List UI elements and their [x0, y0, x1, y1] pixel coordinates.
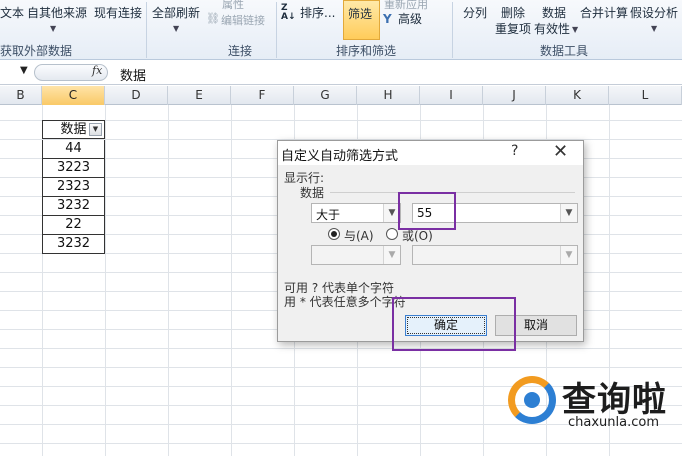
filter-button[interactable]: 筛选: [343, 0, 380, 40]
grid-line: [0, 443, 682, 444]
chevron-down-icon[interactable]: ▼: [383, 246, 400, 264]
watermark-logo-dot: [524, 392, 540, 408]
condition1-operator-value: 大于: [316, 208, 341, 222]
chevron-down-icon[interactable]: ▼: [560, 204, 577, 222]
grid-line: [0, 348, 682, 349]
advanced-button[interactable]: 高级: [398, 12, 422, 26]
remove-duplicates-button-line1[interactable]: 删除: [501, 6, 525, 20]
column-header-b[interactable]: B: [0, 86, 42, 105]
chevron-down-icon[interactable]: ▼: [572, 25, 578, 34]
edit-links-button[interactable]: 编辑链接: [221, 12, 265, 28]
group-separator: [276, 2, 277, 58]
chevron-down-icon[interactable]: ▼: [173, 24, 179, 33]
remove-duplicates-button-line2[interactable]: 重复项: [495, 22, 531, 36]
dialog-title: 自定义自动筛选方式: [281, 149, 399, 164]
insert-function-icon[interactable]: fx: [92, 64, 102, 77]
column-header-h[interactable]: H: [357, 86, 420, 105]
ok-highlight-box: [392, 297, 516, 351]
and-radio[interactable]: [328, 228, 340, 240]
watermark-url: chaxunla.com: [568, 415, 659, 430]
table-row[interactable]: 3223: [42, 159, 105, 178]
column-header-l[interactable]: L: [609, 86, 682, 105]
condition2-value-input[interactable]: ▼: [412, 245, 578, 265]
existing-connections-button[interactable]: 现有连接: [94, 6, 142, 20]
column-header-g[interactable]: G: [294, 86, 357, 105]
filter-button-label: 筛选: [348, 7, 373, 21]
column-header-k[interactable]: K: [546, 86, 609, 105]
column-header-f[interactable]: F: [231, 86, 294, 105]
condition1-operator-select[interactable]: 大于 ▼: [311, 203, 401, 223]
data-validation-button-line2[interactable]: 有效性: [534, 22, 570, 36]
field-name-label: 数据: [300, 186, 325, 200]
group-label-get-external-data: 获取外部数据: [0, 44, 73, 58]
column-header-c[interactable]: C: [42, 86, 105, 105]
table-row[interactable]: 2323: [42, 178, 105, 197]
chevron-down-icon[interactable]: ▼: [651, 24, 657, 33]
column-header-d[interactable]: D: [105, 86, 168, 105]
sort-button[interactable]: 排序...: [300, 6, 335, 20]
dialog-titlebar[interactable]: 自定义自动筛选方式 ? ✕: [278, 141, 583, 165]
table-row[interactable]: 3232: [42, 197, 105, 216]
chevron-down-icon[interactable]: ▼: [560, 246, 577, 264]
from-other-sources-button[interactable]: 自其他来源: [27, 6, 87, 20]
ribbon: 文本 自其他来源 ▼ 现有连接 获取外部数据 全部刷新 ▼ 属性 ⛓ 编辑链接 …: [0, 0, 682, 60]
consolidate-button[interactable]: 合并计算: [580, 6, 628, 20]
what-if-analysis-button[interactable]: 假设分析: [630, 6, 678, 20]
data-validation-button-line1[interactable]: 数据: [542, 6, 566, 20]
link-icon: ⛓: [206, 12, 220, 25]
group-label-data-tools: 数据工具: [540, 44, 589, 58]
close-icon[interactable]: ✕: [553, 141, 568, 162]
reapply-button[interactable]: 重新应用: [384, 0, 428, 12]
watermark-title: 查询啦: [562, 380, 667, 420]
grid-line: [0, 367, 682, 368]
table-header-cell[interactable]: 数据 ▼: [42, 120, 105, 139]
name-box-dropdown-icon[interactable]: ▼: [20, 65, 28, 76]
table-row[interactable]: 44: [42, 140, 105, 159]
radio-selected-dot: [331, 231, 337, 237]
text-to-columns-button[interactable]: 分列: [463, 6, 487, 20]
and-radio-label[interactable]: 与(A): [344, 227, 374, 244]
sort-az-icon[interactable]: Z A↓: [281, 4, 296, 22]
group-label-connections: 连接: [228, 44, 253, 58]
excel-window: 文本 自其他来源 ▼ 现有连接 获取外部数据 全部刷新 ▼ 属性 ⛓ 编辑链接 …: [0, 0, 682, 456]
advanced-filter-icon: Y: [383, 12, 392, 26]
properties-button[interactable]: 属性: [222, 0, 244, 12]
formula-bar: ▼ fx 数据: [0, 61, 682, 85]
wildcard-hint-multiple: 用 * 代表任意多个字符: [284, 295, 406, 309]
help-icon[interactable]: ?: [511, 143, 518, 159]
condition2-operator-select[interactable]: ▼: [311, 245, 401, 265]
chevron-down-icon[interactable]: ▼: [50, 24, 56, 33]
refresh-all-button[interactable]: 全部刷新: [152, 6, 200, 20]
from-text-button[interactable]: 文本: [0, 6, 24, 20]
table-row[interactable]: 22: [42, 216, 105, 235]
autofilter-dropdown-icon[interactable]: ▼: [89, 123, 102, 136]
or-radio[interactable]: [386, 228, 398, 240]
table-header-label: 数据: [60, 122, 87, 137]
group-label-sort-filter: 排序和筛选: [336, 44, 397, 58]
formula-input[interactable]: 数据: [120, 65, 146, 84]
group-separator: [452, 2, 453, 58]
column-header-i[interactable]: I: [420, 86, 483, 105]
column-header-e[interactable]: E: [168, 86, 231, 105]
group-separator: [146, 2, 147, 58]
column-headers: B C D E F G H I J K L: [0, 86, 682, 105]
table-row[interactable]: 3232: [42, 235, 105, 254]
column-header-j[interactable]: J: [483, 86, 546, 105]
value-highlight-box: [398, 192, 456, 230]
